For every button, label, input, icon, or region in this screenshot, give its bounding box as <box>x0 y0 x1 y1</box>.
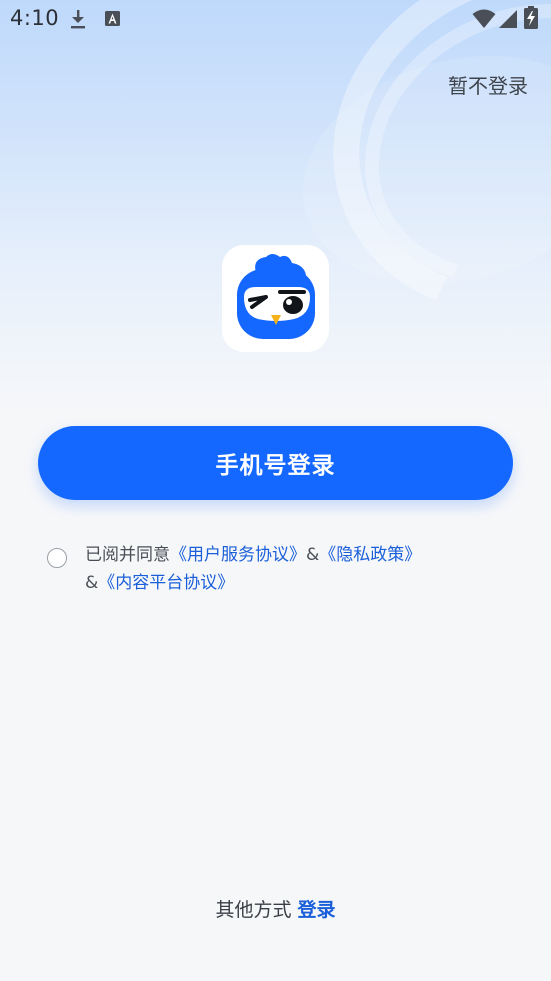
app-logo <box>222 245 329 352</box>
content-agreement-link[interactable]: 《内容平台协议》 <box>98 573 234 593</box>
phone-login-label: 手机号登录 <box>215 453 336 479</box>
privacy-policy-link[interactable]: 《隐私政策》 <box>319 545 421 565</box>
agreement-text: 已阅并同意《用户服务协议》&《隐私政策》 &《内容平台协议》 <box>85 541 485 597</box>
wifi-icon <box>472 9 496 28</box>
header-decoration <box>318 0 551 335</box>
skip-login-button[interactable]: 暂不登录 <box>448 70 528 99</box>
login-screen: 4:10 暂不登录 手机号登录 已阅并同意《用户服务协议》&《隐私政策》 &《内… <box>0 0 551 981</box>
status-time: 4:10 <box>10 6 60 30</box>
agreement-ampersand: & <box>85 573 99 593</box>
agreement-ampersand: & <box>306 545 320 565</box>
agreement-prefix: 已阅并同意 <box>85 545 170 565</box>
a-notification-icon <box>105 11 120 26</box>
owl-mascot-icon <box>237 254 315 339</box>
other-methods: 其他方式 登录 <box>0 895 551 922</box>
phone-login-button[interactable]: 手机号登录 <box>38 426 513 500</box>
battery-icon <box>524 6 538 29</box>
agreement-checkbox[interactable] <box>47 548 67 568</box>
user-agreement-link[interactable]: 《用户服务协议》 <box>170 545 306 565</box>
download-icon <box>71 10 85 29</box>
other-login-link[interactable]: 登录 <box>298 899 336 921</box>
signal-icon <box>499 10 517 28</box>
other-methods-label: 其他方式 <box>215 899 292 921</box>
status-bar: 4:10 <box>0 0 551 38</box>
